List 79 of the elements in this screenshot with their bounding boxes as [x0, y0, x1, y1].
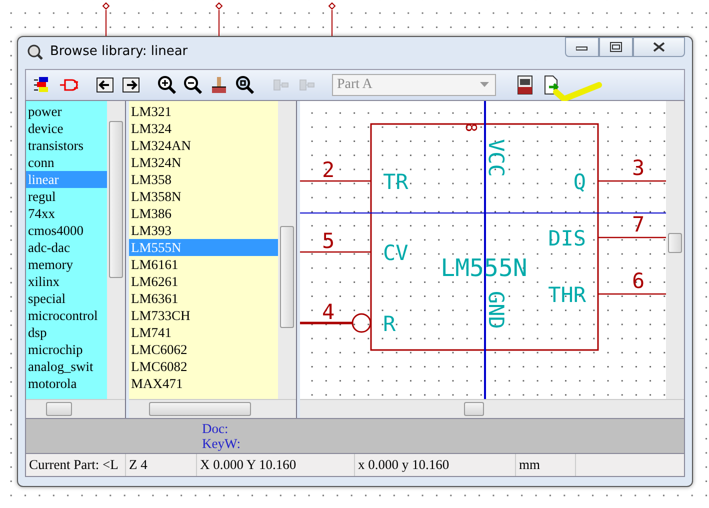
library-item[interactable]: power	[26, 102, 107, 120]
zoom-in-button[interactable]	[156, 74, 178, 96]
part-item[interactable]: LM358N	[129, 188, 278, 205]
pin-name: DIS	[548, 226, 586, 250]
vertical-scrollbar[interactable]	[666, 100, 684, 400]
pin-name: TR	[383, 170, 408, 194]
part-item[interactable]: LM6261	[129, 272, 278, 290]
keywords-label: KeyW:	[202, 436, 242, 452]
library-item[interactable]: xilinx	[26, 272, 107, 290]
library-item[interactable]: device	[26, 120, 107, 137]
status-field: Z 4	[126, 454, 197, 476]
part-item[interactable]: LMC6082	[129, 358, 278, 375]
pin-name: CV	[383, 240, 408, 265]
library-item[interactable]: 74xx	[26, 204, 107, 222]
next-icon	[121, 74, 141, 95]
minimize-button[interactable]	[565, 37, 599, 57]
library-item[interactable]: conn	[26, 154, 107, 171]
pin-number: 3	[632, 156, 645, 180]
pin-number: 7	[632, 212, 645, 236]
status-field: X 0.000 Y 10.160	[197, 454, 355, 476]
part-item[interactable]: MAX471	[129, 374, 278, 392]
part-item[interactable]: LM386	[129, 204, 278, 222]
brush-icon	[209, 74, 229, 95]
pin-name: THR	[548, 282, 586, 307]
zoom-fit-icon	[235, 74, 255, 95]
zoom-fit-button[interactable]	[234, 74, 256, 96]
pin-number: 5	[322, 228, 335, 253]
part-item[interactable]: LM324AN	[129, 136, 278, 154]
library-item[interactable]: microchip	[26, 340, 107, 358]
part-item[interactable]: LM6361	[129, 290, 278, 307]
pin-number: 4	[322, 300, 335, 324]
zoom-in-icon	[157, 74, 177, 95]
zoom-out-icon	[183, 74, 203, 95]
library-item[interactable]: analog_swit	[26, 358, 107, 375]
maximize-button[interactable]	[599, 37, 633, 57]
horizontal-scrollbar[interactable]	[26, 399, 125, 418]
dropdown-arrow-icon	[480, 82, 489, 88]
library-item[interactable]: adc-dac	[26, 238, 107, 256]
pdf-icon	[515, 74, 535, 95]
part-item[interactable]: LM324	[129, 120, 278, 137]
status-field: x 0.000 y 10.160	[355, 454, 516, 476]
pin-name: VCC	[484, 138, 508, 177]
horizontal-scrollbar[interactable]	[300, 399, 684, 418]
previous-icon	[95, 74, 115, 95]
library-item[interactable]: motorola	[26, 374, 107, 392]
part-item[interactable]: LM733CH	[129, 306, 278, 324]
vertical-scrollbar[interactable]	[278, 100, 296, 400]
close-button[interactable]	[633, 37, 685, 57]
part-item[interactable]: LM741	[129, 324, 278, 341]
library-item[interactable]: dsp	[26, 324, 107, 341]
maximize-icon	[610, 42, 622, 52]
library-item[interactable]: cmos4000	[26, 222, 107, 239]
part-item[interactable]: LM321	[129, 102, 278, 120]
pin-number: 6	[632, 268, 645, 293]
magnifier-icon	[26, 42, 44, 61]
horizontal-scrollbar[interactable]	[129, 399, 296, 418]
part-item[interactable]: LM324N	[129, 154, 278, 171]
window-title: Browse library: linear	[50, 44, 188, 60]
pin-name: Q	[573, 170, 586, 194]
library-item[interactable]: transistors	[26, 136, 107, 154]
part-item[interactable]: LM358	[129, 170, 278, 188]
pin-name: GND	[484, 290, 508, 329]
part-item[interactable]: LM6161	[129, 256, 278, 273]
library-item[interactable]: special	[26, 290, 107, 307]
part-item[interactable]: LM393	[129, 222, 278, 239]
check-mark-scribble	[553, 80, 603, 102]
library-item[interactable]: microcontrol	[26, 306, 107, 324]
status-field: Current Part: <L	[26, 454, 126, 476]
status-field: mm	[516, 454, 576, 476]
doc-label: Doc:	[202, 421, 230, 436]
zoom-out-button[interactable]	[182, 74, 204, 96]
library-item[interactable]: regul	[26, 188, 107, 205]
pin-number: 8	[462, 122, 480, 132]
library-item[interactable]: memory	[26, 256, 107, 273]
pin-name: R	[383, 312, 396, 336]
part-item[interactable]: LMC6062	[129, 340, 278, 358]
pin-number: 2	[322, 158, 335, 182]
vertical-scrollbar[interactable]	[107, 100, 125, 400]
close-icon	[653, 42, 665, 52]
